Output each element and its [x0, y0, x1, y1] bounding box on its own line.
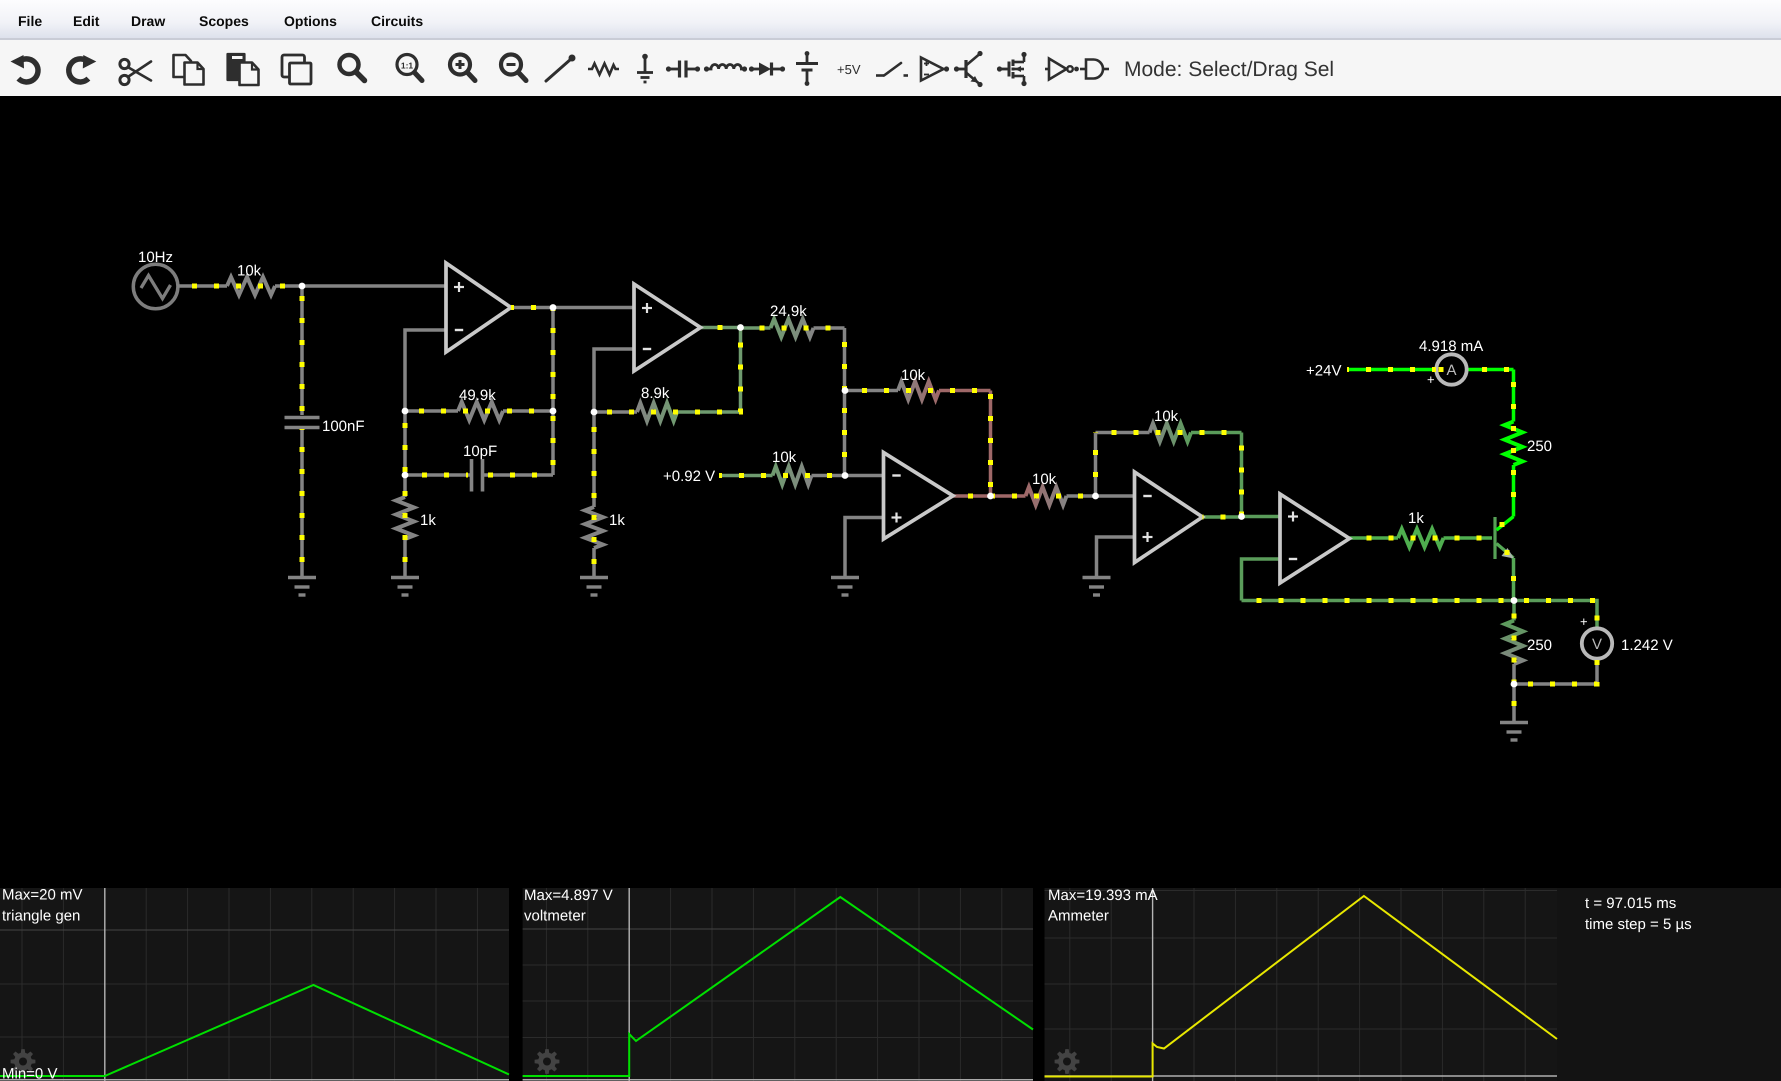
svg-text:10k: 10k — [772, 449, 797, 466]
svg-text:Max=19.393 mA: Max=19.393 mA — [1048, 887, 1158, 904]
svg-text:10k: 10k — [237, 263, 262, 280]
svg-text:1.242 V: 1.242 V — [1621, 637, 1673, 654]
svg-text:10k: 10k — [1154, 408, 1179, 425]
svg-text:1:1: 1:1 — [401, 61, 414, 71]
svg-text:+: + — [1427, 372, 1435, 387]
svg-text:1k: 1k — [609, 512, 625, 529]
svg-text:10Hz: 10Hz — [138, 249, 173, 266]
svg-text:Ammeter: Ammeter — [1048, 908, 1109, 925]
svg-text:+5V: +5V — [837, 62, 861, 77]
svg-text:V: V — [1592, 636, 1602, 653]
svg-text:250: 250 — [1527, 438, 1552, 455]
svg-text:Edit: Edit — [73, 13, 100, 29]
svg-text:t = 97.015 ms: t = 97.015 ms — [1585, 895, 1676, 912]
svg-text:Scopes: Scopes — [199, 13, 249, 29]
svg-text:Max=20 mV: Max=20 mV — [2, 887, 82, 904]
svg-text:A: A — [1446, 362, 1456, 379]
svg-text:1k: 1k — [420, 512, 436, 529]
svg-text:10k: 10k — [1032, 471, 1057, 488]
svg-text:4.918 mA: 4.918 mA — [1419, 338, 1483, 355]
svg-text:250: 250 — [1527, 637, 1552, 654]
svg-text:100nF: 100nF — [322, 418, 365, 435]
svg-text:+: + — [1580, 614, 1588, 629]
svg-text:Circuits: Circuits — [371, 13, 423, 29]
svg-text:Min=0 V: Min=0 V — [2, 1066, 57, 1081]
svg-text:24.9k: 24.9k — [770, 303, 807, 320]
svg-text:10pF: 10pF — [463, 443, 497, 460]
svg-text:triangle gen: triangle gen — [2, 908, 80, 925]
svg-text:voltmeter: voltmeter — [524, 908, 586, 925]
svg-text:+0.92 V: +0.92 V — [663, 468, 715, 485]
svg-text:Options: Options — [284, 13, 337, 29]
svg-text:time step = 5 µs: time step = 5 µs — [1585, 916, 1692, 933]
svg-text:8.9k: 8.9k — [641, 385, 670, 402]
svg-text:Mode: Select/Drag Sel: Mode: Select/Drag Sel — [1124, 58, 1334, 81]
svg-text:10k: 10k — [901, 367, 926, 384]
svg-text:File: File — [18, 13, 42, 29]
svg-text:49.9k: 49.9k — [459, 387, 496, 404]
svg-text:Draw: Draw — [131, 13, 165, 29]
svg-text:Max=4.897 V: Max=4.897 V — [524, 887, 613, 904]
svg-text:+24V: +24V — [1306, 363, 1341, 380]
svg-text:1k: 1k — [1408, 510, 1424, 527]
